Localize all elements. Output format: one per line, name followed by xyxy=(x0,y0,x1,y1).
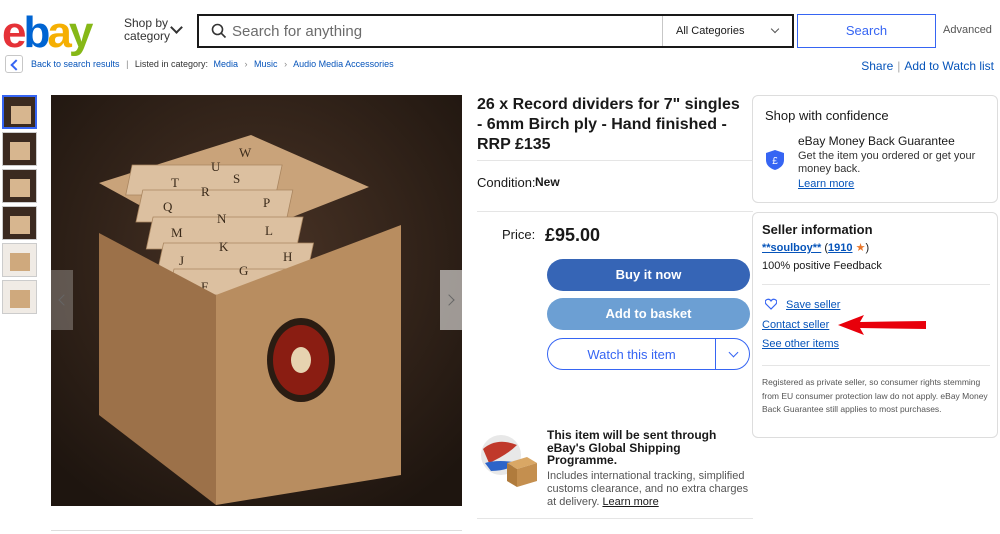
seller-name-link[interactable]: **soulboy** xyxy=(762,242,821,254)
thumbnail-3[interactable] xyxy=(2,169,37,203)
share-link[interactable]: Share xyxy=(861,59,893,73)
svg-text:M: M xyxy=(171,225,183,240)
price-value: £95.00 xyxy=(545,225,601,245)
svg-text:T: T xyxy=(171,175,179,190)
shop-by-category[interactable]: Shop by category xyxy=(124,17,170,43)
svg-text:W: W xyxy=(239,145,252,160)
svg-text:U: U xyxy=(211,159,221,174)
divider xyxy=(762,284,990,285)
global-shipping-icon xyxy=(481,435,537,487)
thumbnail-strip xyxy=(2,95,38,317)
back-arrow-icon[interactable] xyxy=(5,55,23,73)
chevron-down-icon[interactable] xyxy=(728,347,739,358)
category-select-label: All Categories xyxy=(676,25,745,37)
divider xyxy=(762,365,990,366)
shipping-title: This item will be sent through eBay's Gl… xyxy=(547,428,717,467)
see-other-items-link[interactable]: See other items xyxy=(762,338,839,350)
divider xyxy=(477,518,753,519)
shop-with-confidence-panel: Shop with confidence £ eBay Money Back G… xyxy=(752,95,998,203)
divider xyxy=(51,530,462,531)
shipping-description: Includes international tracking, simplif… xyxy=(547,470,752,509)
svg-text:L: L xyxy=(265,223,273,238)
svg-text:£: £ xyxy=(772,156,778,167)
advanced-search-link[interactable]: Advanced xyxy=(943,24,992,36)
confidence-title: Shop with confidence xyxy=(765,108,889,123)
watch-item-label: Watch this item xyxy=(587,347,676,362)
listed-in-label: Listed in category: xyxy=(134,59,208,69)
condition-label: Condition: xyxy=(477,175,536,190)
breadcrumb-music[interactable]: Music xyxy=(254,59,278,69)
thumbnail-6[interactable] xyxy=(2,280,37,314)
seller-name-row: **soulboy** (1910 ★) xyxy=(762,241,869,254)
previous-image-button[interactable] xyxy=(51,270,73,330)
next-image-button[interactable] xyxy=(440,270,462,330)
divider xyxy=(715,339,716,369)
save-seller-link[interactable]: Save seller xyxy=(786,299,840,311)
chevron-right-icon: › xyxy=(284,59,288,69)
separator: | xyxy=(126,59,129,69)
breadcrumb-audio-media-accessories[interactable]: Audio Media Accessories xyxy=(293,59,394,69)
heart-icon[interactable] xyxy=(765,298,777,310)
thumbnail-4[interactable] xyxy=(2,206,37,240)
back-to-search-link[interactable]: Back to search results xyxy=(31,59,120,69)
positive-feedback: 100% positive Feedback xyxy=(762,260,882,272)
add-to-watch-list-link[interactable]: Add to Watch list xyxy=(904,59,994,73)
contact-seller-link[interactable]: Contact seller xyxy=(762,319,829,331)
svg-text:K: K xyxy=(219,239,229,254)
chevron-down-icon[interactable] xyxy=(170,21,183,34)
svg-text:Q: Q xyxy=(163,199,173,214)
svg-text:N: N xyxy=(217,211,227,226)
thumbnail-5[interactable] xyxy=(2,243,37,277)
watch-item-button[interactable]: Watch this item xyxy=(547,338,750,370)
logo-letter-b: b xyxy=(23,8,50,57)
shipping-learn-more-link[interactable]: Learn more xyxy=(602,496,658,508)
condition-value: New xyxy=(535,175,560,189)
divider xyxy=(477,160,753,161)
logo-letter-e: e xyxy=(2,8,27,57)
money-back-learn-more-link[interactable]: Learn more xyxy=(798,178,854,190)
logo-letter-a: a xyxy=(47,8,72,57)
feedback-count-link[interactable]: 1910 xyxy=(828,242,852,254)
search-input[interactable] xyxy=(232,16,652,46)
category-select[interactable]: All Categories xyxy=(662,16,794,46)
logo-letter-y: y xyxy=(68,8,94,57)
ebay-logo[interactable]: ebay xyxy=(2,8,94,58)
record-divider-box-image: TUW QRS MNP JKL FGH CDE AB xyxy=(51,95,462,506)
add-to-basket-button[interactable]: Add to basket xyxy=(547,298,750,330)
svg-text:G: G xyxy=(239,263,248,278)
chevron-down-icon xyxy=(770,24,780,34)
divider xyxy=(477,211,753,212)
thumbnail-2[interactable] xyxy=(2,132,37,166)
price-label: Price: xyxy=(502,227,536,242)
star-icon: ★ xyxy=(855,242,866,254)
search-button[interactable]: Search xyxy=(797,14,936,48)
breadcrumb-media[interactable]: Media xyxy=(213,59,238,69)
shield-icon: £ xyxy=(766,150,784,170)
seller-info-title: Seller information xyxy=(762,222,873,237)
chevron-right-icon: › xyxy=(244,59,248,69)
search-icon xyxy=(211,23,227,39)
annotation-arrow-icon xyxy=(838,315,926,335)
svg-text:R: R xyxy=(201,184,210,199)
separator: | xyxy=(897,59,901,73)
feedback-paren: ) xyxy=(865,242,870,254)
money-back-guarantee-text: Get the item you ordered or get your mon… xyxy=(798,150,976,175)
svg-text:S: S xyxy=(233,171,240,186)
breadcrumb: Back to search results | Listed in categ… xyxy=(31,59,394,69)
listing-title: 26 x Record dividers for 7" singles - 6m… xyxy=(477,96,740,153)
share-watch-links: Share | Add to Watch list xyxy=(861,59,994,73)
thumbnail-1[interactable] xyxy=(2,95,37,129)
buy-it-now-button[interactable]: Buy it now xyxy=(547,259,750,291)
svg-text:H: H xyxy=(283,249,292,264)
main-product-image[interactable]: TUW QRS MNP JKL FGH CDE AB xyxy=(51,95,462,506)
svg-text:P: P xyxy=(263,195,270,210)
search-bar: All Categories xyxy=(197,14,794,48)
private-seller-note: Registered as private seller, so consume… xyxy=(762,377,988,414)
money-back-guarantee-title: eBay Money Back Guarantee xyxy=(798,134,955,148)
svg-text:J: J xyxy=(179,253,184,268)
